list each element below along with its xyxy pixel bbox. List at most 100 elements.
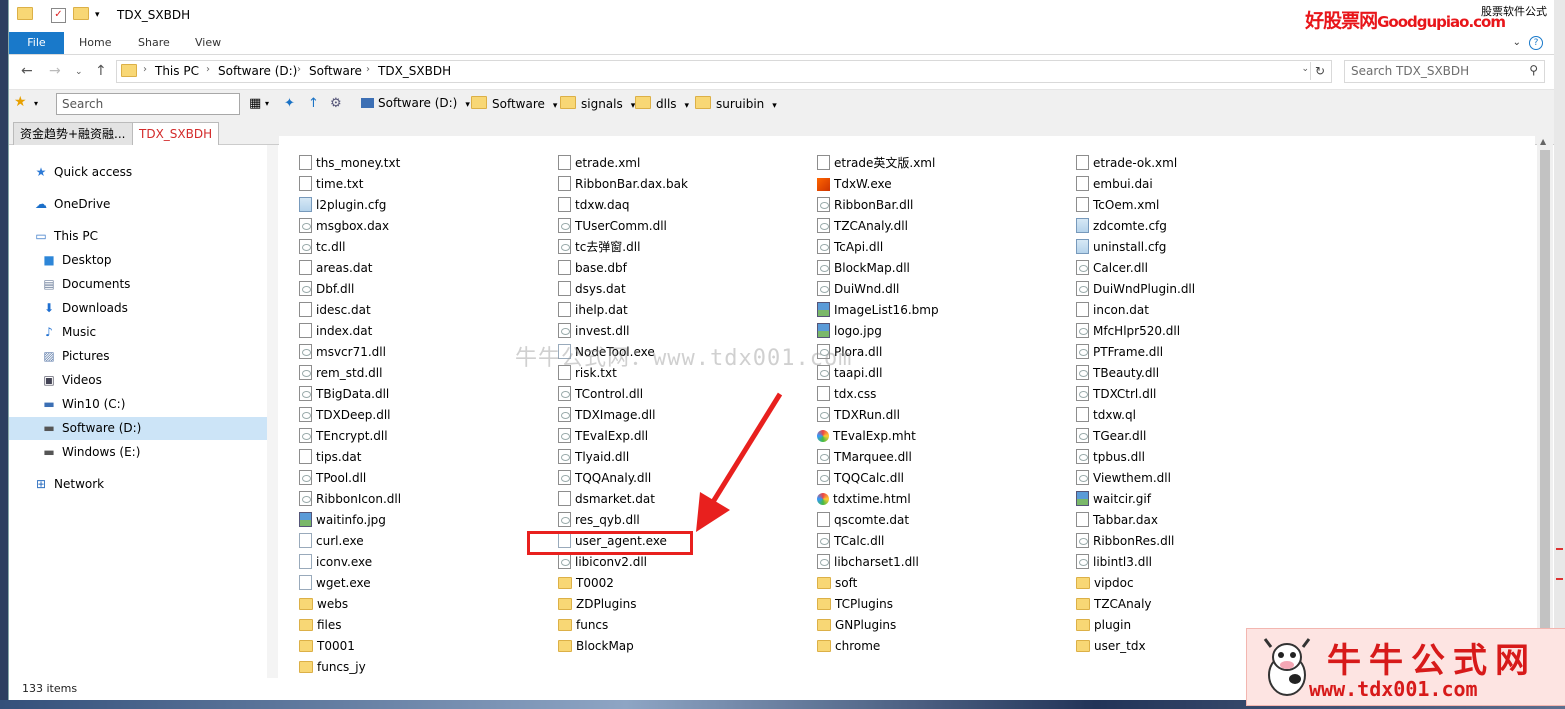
- file-item[interactable]: logo.jpg: [817, 321, 882, 342]
- file-item[interactable]: TEvalExp.dll: [558, 426, 648, 447]
- file-item[interactable]: msvcr71.dll: [299, 342, 386, 363]
- file-item[interactable]: libcharset1.dll: [817, 552, 919, 573]
- file-item[interactable]: vipdoc: [1076, 573, 1134, 594]
- file-item[interactable]: GNPlugins: [817, 615, 896, 636]
- file-item[interactable]: tdxtime.html: [817, 489, 911, 510]
- file-item[interactable]: etrade-ok.xml: [1076, 153, 1177, 174]
- file-item[interactable]: base.dbf: [558, 258, 627, 279]
- new-folder-icon[interactable]: [73, 7, 94, 22]
- file-item[interactable]: msgbox.dax: [299, 216, 389, 237]
- file-item[interactable]: index.dat: [299, 321, 372, 342]
- file-item[interactable]: tc去弹窗.dll: [558, 237, 640, 258]
- file-item[interactable]: TZCAnaly.dll: [817, 216, 908, 237]
- file-item[interactable]: TMarquee.dll: [817, 447, 912, 468]
- nav-desktop[interactable]: ■ Desktop: [41, 253, 111, 267]
- file-item[interactable]: TZCAnaly: [1076, 594, 1152, 615]
- file-item[interactable]: T0001: [299, 636, 355, 657]
- nav-pictures[interactable]: ▨ Pictures: [41, 349, 109, 363]
- toolbar-crumb-suruibin[interactable]: suruibin ▾: [695, 96, 777, 111]
- file-item[interactable]: waitcir.gif: [1076, 489, 1151, 510]
- file-item[interactable]: etrade.xml: [558, 153, 640, 174]
- file-item[interactable]: TdxW.exe: [817, 174, 892, 195]
- file-item[interactable]: invest.dll: [558, 321, 629, 342]
- file-item[interactable]: user_tdx: [1076, 636, 1146, 657]
- file-item[interactable]: TDXDeep.dll: [299, 405, 391, 426]
- crumb-this-pc[interactable]: This PC: [155, 64, 199, 78]
- settings-gear-icon[interactable]: ⚙: [330, 96, 342, 111]
- address-bar[interactable]: › This PC › Software (D:) › Software › T…: [116, 60, 1332, 83]
- scrollbar-thumb[interactable]: [1540, 150, 1550, 670]
- file-item[interactable]: TcOem.xml: [1076, 195, 1159, 216]
- nav-music[interactable]: ♪ Music: [41, 325, 96, 339]
- ribbon-tab-share[interactable]: Share: [138, 32, 170, 54]
- file-item[interactable]: RibbonBar.dll: [817, 195, 913, 216]
- file-item[interactable]: TUserComm.dll: [558, 216, 667, 237]
- crumb-tdx-sxbdh[interactable]: TDX_SXBDH: [378, 64, 451, 78]
- file-item[interactable]: tc.dll: [299, 237, 345, 258]
- file-item[interactable]: TEvalExp.mht: [817, 426, 916, 447]
- file-item[interactable]: TQQCalc.dll: [817, 468, 904, 489]
- file-item[interactable]: funcs: [558, 615, 608, 636]
- file-item[interactable]: plugin: [1076, 615, 1131, 636]
- recent-dropdown-icon[interactable]: ⌄: [75, 67, 83, 77]
- ribbon-expand-icon[interactable]: ⌄: [1513, 37, 1521, 48]
- file-item[interactable]: webs: [299, 594, 348, 615]
- file-item[interactable]: tips.dat: [299, 447, 361, 468]
- file-item[interactable]: soft: [817, 573, 857, 594]
- file-item[interactable]: wget.exe: [299, 573, 371, 594]
- file-item[interactable]: BlockMap.dll: [817, 258, 910, 279]
- file-item[interactable]: TBigData.dll: [299, 384, 389, 405]
- file-item[interactable]: ZDPlugins: [558, 594, 636, 615]
- search-box[interactable]: Search TDX_SXBDH ⚲: [1344, 60, 1545, 83]
- favorites-star-icon[interactable]: ★: [14, 94, 27, 110]
- file-item[interactable]: dsmarket.dat: [558, 489, 655, 510]
- ribbon-tab-home[interactable]: Home: [79, 32, 111, 54]
- file-item[interactable]: RibbonBar.dax.bak: [558, 174, 688, 195]
- file-item[interactable]: Tlyaid.dll: [558, 447, 629, 468]
- file-item[interactable]: PTFrame.dll: [1076, 342, 1163, 363]
- folder-tab-1[interactable]: 资金趋势+融资融...: [13, 122, 133, 145]
- file-item[interactable]: iconv.exe: [299, 552, 372, 573]
- file-item[interactable]: time.txt: [299, 174, 363, 195]
- file-item[interactable]: tdxw.ql: [1076, 405, 1136, 426]
- crumb-software[interactable]: Software: [309, 64, 362, 78]
- file-item[interactable]: ths_money.txt: [299, 153, 400, 174]
- file-item[interactable]: chrome: [817, 636, 880, 657]
- file-item[interactable]: res_qyb.dll: [558, 510, 640, 531]
- file-item[interactable]: tdxw.daq: [558, 195, 630, 216]
- file-item[interactable]: Viewthem.dll: [1076, 468, 1171, 489]
- file-item[interactable]: Tabbar.dax: [1076, 510, 1158, 531]
- file-item[interactable]: TBeauty.dll: [1076, 363, 1159, 384]
- file-item[interactable]: rem_std.dll: [299, 363, 382, 384]
- refresh-icon[interactable]: ↻: [1310, 62, 1329, 80]
- nav-this-pc[interactable]: ▭ This PC: [33, 229, 98, 243]
- file-item[interactable]: TEncrypt.dll: [299, 426, 388, 447]
- back-button[interactable]: ←: [21, 63, 33, 79]
- file-item[interactable]: TQQAnaly.dll: [558, 468, 651, 489]
- file-item[interactable]: MfcHlpr520.dll: [1076, 321, 1180, 342]
- properties-icon[interactable]: ✓: [51, 8, 66, 23]
- toolbar-crumb-drive[interactable]: Software (D:) ▾: [361, 96, 470, 110]
- file-item[interactable]: TDXImage.dll: [558, 405, 655, 426]
- toolbar-crumb-dlls[interactable]: dlls ▾: [635, 96, 689, 111]
- file-item[interactable]: T0002: [558, 573, 614, 594]
- file-item[interactable]: TControl.dll: [558, 384, 643, 405]
- file-item[interactable]: TcApi.dll: [817, 237, 883, 258]
- file-item[interactable]: Calcer.dll: [1076, 258, 1148, 279]
- help-icon[interactable]: ?: [1529, 36, 1543, 50]
- file-item[interactable]: curl.exe: [299, 531, 364, 552]
- file-item[interactable]: TCPlugins: [817, 594, 893, 615]
- scroll-up-icon[interactable]: ▲: [1540, 137, 1546, 146]
- file-item[interactable]: TDXRun.dll: [817, 405, 900, 426]
- file-item[interactable]: RibbonRes.dll: [1076, 531, 1174, 552]
- nav-win10-c[interactable]: ▬ Win10 (C:): [41, 397, 125, 411]
- file-item[interactable]: BlockMap: [558, 636, 634, 657]
- view-dropdown-icon[interactable]: ▾: [265, 99, 269, 108]
- view-grid-icon[interactable]: ▦: [249, 96, 261, 111]
- file-item[interactable]: ihelp.dat: [558, 300, 628, 321]
- file-item[interactable]: tdx.css: [817, 384, 876, 405]
- ribbon-tab-view[interactable]: View: [195, 32, 221, 54]
- vertical-scrollbar[interactable]: ▲: [1537, 136, 1553, 682]
- ribbon-tab-file[interactable]: File: [9, 32, 64, 54]
- nav-windows-e[interactable]: ▬ Windows (E:): [41, 445, 140, 459]
